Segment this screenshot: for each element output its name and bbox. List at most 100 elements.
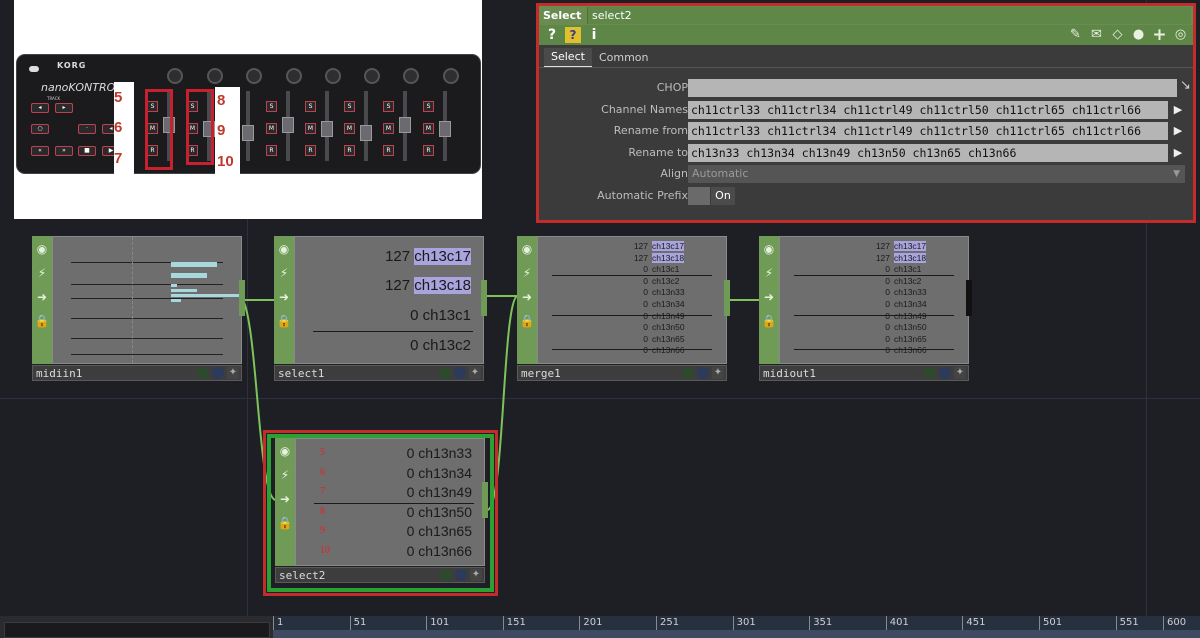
output-connector[interactable] xyxy=(482,482,488,518)
timeline-tick: 501 xyxy=(1039,616,1062,630)
node-flags: ✦ xyxy=(197,367,239,379)
display-flag-icon[interactable] xyxy=(682,367,694,379)
channel-row: 0 ch13c2 xyxy=(885,275,922,286)
channel-row: 0 ch13n50 xyxy=(406,503,472,520)
node-footer: midiin1 ✦ xyxy=(32,365,242,381)
node-name[interactable]: midiin1 xyxy=(36,367,82,380)
lock-icon[interactable]: 🔒 xyxy=(32,310,52,332)
output-connector[interactable] xyxy=(966,280,972,316)
render-flag-icon[interactable] xyxy=(939,367,951,379)
node-flags: ✦ xyxy=(440,569,482,581)
node-viewer: 127 ch13c17 127 ch13c18 0 ch13c1 0 ch13c… xyxy=(294,236,484,364)
display-flag-icon[interactable] xyxy=(440,569,452,581)
lock-icon[interactable]: 🔒 xyxy=(517,310,537,332)
lock-icon[interactable]: 🔒 xyxy=(274,310,294,332)
channel-row: 0 ch13n66 xyxy=(643,345,685,356)
display-flag-icon[interactable] xyxy=(197,367,209,379)
node-merge1[interactable]: ◉ ⚡ ➜ 🔒 127 ch13c17 127 ch13c18 0 ch13c1 0 ch13… xyxy=(517,236,730,384)
channel-row: 127 ch13c17 xyxy=(633,241,685,251)
channel-row: 0 ch13n33 xyxy=(885,287,927,298)
channel-row: 0 ch13n34 xyxy=(406,464,472,481)
channel-row: 0 ch13n66 xyxy=(406,542,472,559)
viewer-icon[interactable]: ◉ xyxy=(517,238,537,260)
node-midiout1[interactable]: ◉ ⚡ ➜ 🔒 127 ch13c17 127 ch13c18 0 ch13c1 0 ch13… xyxy=(759,236,972,384)
timeline-tick: 101 xyxy=(426,616,449,630)
bypass-icon[interactable]: ➜ xyxy=(275,488,295,510)
output-connector[interactable] xyxy=(481,280,487,316)
timeline[interactable]: 1 51 101 151 201 251 301 351 401 451 501 551 600 xyxy=(0,616,1200,638)
bypass-icon[interactable]: ➜ xyxy=(759,286,779,308)
node-flags: ✦ xyxy=(682,367,724,379)
viewer-icon[interactable]: ◉ xyxy=(274,238,294,260)
node-side-strip: ◉ ⚡ ➜ 🔒 xyxy=(275,438,295,566)
output-connector[interactable] xyxy=(239,280,245,316)
bypass-icon[interactable]: ➜ xyxy=(517,286,537,308)
node-name[interactable]: select1 xyxy=(278,367,324,380)
cook-icon[interactable]: ⚡ xyxy=(275,464,295,486)
channel-row: 0 ch13n50 xyxy=(643,322,685,333)
viewer-icon[interactable]: ◉ xyxy=(32,238,52,260)
index-label: 10 xyxy=(320,544,330,556)
output-connector[interactable] xyxy=(724,280,730,316)
network-editor[interactable]: KORG nanoKONTROL TRACK ◂ ▸ ○ · ◂ « » ■ ▶… xyxy=(0,0,1200,616)
node-side-strip: ◉ ⚡ ➜ 🔒 xyxy=(32,236,52,364)
lock-icon[interactable]: 🔒 xyxy=(275,512,295,534)
channel-row: 0 ch13n49 xyxy=(406,484,472,500)
zero-line xyxy=(794,275,954,276)
display-flag-icon[interactable] xyxy=(439,367,451,379)
node-midiin1[interactable]: ◉ ⚡ ➜ 🔒 midiin1 ✦ xyxy=(32,236,245,384)
zero-line xyxy=(552,275,712,276)
node-viewer: 5 0 ch13n33 6 0 ch13n34 7 0 ch13n49 8 0 ch13n50… xyxy=(295,438,485,566)
channel-row: 0 ch13n34 xyxy=(643,299,685,309)
bypass-icon[interactable]: ➜ xyxy=(274,286,294,308)
timeline-tick: 600 xyxy=(1163,616,1186,630)
node-name[interactable]: select2 xyxy=(279,569,325,582)
node-select2[interactable]: ◉ ⚡ ➜ 🔒 5 0 ch13n33 6 0 ch13n34 7 0 ch13n49 8 0… xyxy=(275,438,488,586)
node-footer: midiout1 ✦ xyxy=(759,365,969,381)
pin-icon[interactable]: ✦ xyxy=(227,367,239,379)
node-viewer xyxy=(52,236,242,364)
pin-icon[interactable]: ✦ xyxy=(712,367,724,379)
index-label: 8 xyxy=(320,505,325,517)
zero-line xyxy=(552,315,712,316)
timeline-bar[interactable] xyxy=(273,630,1200,638)
channel-row: 127 ch13c18 xyxy=(875,252,927,263)
node-flags: ✦ xyxy=(924,367,966,379)
cook-icon[interactable]: ⚡ xyxy=(759,262,779,284)
zero-line xyxy=(794,349,954,350)
index-label: 9 xyxy=(320,525,325,536)
render-flag-icon[interactable] xyxy=(455,569,467,581)
cook-icon[interactable]: ⚡ xyxy=(517,262,537,284)
channel-row: 0 ch13n33 xyxy=(406,445,472,461)
cook-icon[interactable]: ⚡ xyxy=(274,262,294,284)
node-name[interactable]: merge1 xyxy=(521,367,561,380)
viewer-icon[interactable]: ◉ xyxy=(275,440,295,462)
lock-icon[interactable]: 🔒 xyxy=(759,310,779,332)
index-label: 6 xyxy=(320,466,325,478)
channel-row: 0 ch13n34 xyxy=(885,299,927,309)
node-flags: ✦ xyxy=(439,367,481,379)
node-name[interactable]: midiout1 xyxy=(763,367,816,380)
channel-row: 0 ch13n65 xyxy=(643,333,685,344)
pin-icon[interactable]: ✦ xyxy=(954,367,966,379)
node-side-strip: ◉ ⚡ ➜ 🔒 xyxy=(517,236,537,364)
zero-line xyxy=(313,331,473,332)
pin-icon[interactable]: ✦ xyxy=(469,367,481,379)
timeline-tick: 201 xyxy=(579,616,602,630)
timeline-tick: 451 xyxy=(962,616,985,630)
render-flag-icon[interactable] xyxy=(454,367,466,379)
render-flag-icon[interactable] xyxy=(697,367,709,379)
pin-icon[interactable]: ✦ xyxy=(470,569,482,581)
channel-row: 0 ch13c2 xyxy=(643,275,680,286)
channel-row: 127 ch13c17 xyxy=(875,241,927,251)
channel-row: 127 ch13c18 xyxy=(633,252,685,263)
timeline-ruler[interactable]: 1 51 101 151 201 251 301 351 401 451 501 551 600 xyxy=(273,616,1200,638)
node-select1[interactable]: ◉ ⚡ ➜ 🔒 127 ch13c17 127 ch13c18 0 ch13c1… xyxy=(274,236,487,384)
viewer-icon[interactable]: ◉ xyxy=(759,238,779,260)
bypass-icon[interactable]: ➜ xyxy=(32,286,52,308)
render-flag-icon[interactable] xyxy=(212,367,224,379)
display-flag-icon[interactable] xyxy=(924,367,936,379)
cook-icon[interactable]: ⚡ xyxy=(32,262,52,284)
timeline-tick: 51 xyxy=(349,616,366,630)
channel-row: 0 ch13n50 xyxy=(885,322,927,333)
